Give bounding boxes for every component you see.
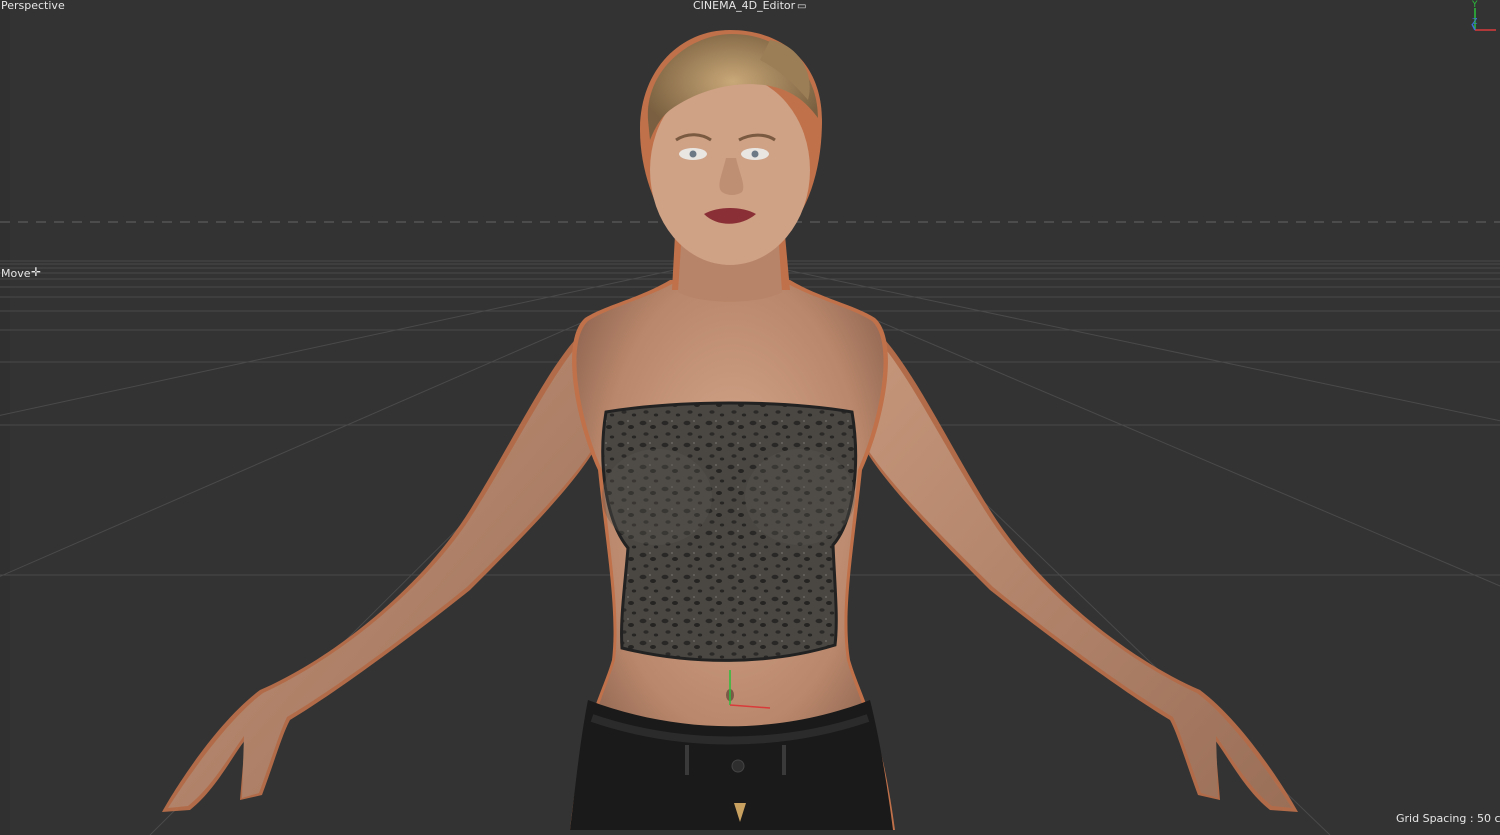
- grid-spacing-label: Grid Spacing : 50 cm: [1396, 812, 1500, 825]
- view-name-label[interactable]: Perspective: [1, 0, 65, 12]
- camera-icon[interactable]: ▭: [797, 1, 806, 13]
- character-model: [162, 30, 1298, 830]
- world-axis-gizmo: Y Z: [1471, 0, 1496, 31]
- gizmo-y-label: Y: [1471, 0, 1478, 10]
- right-arm: [858, 322, 1292, 808]
- viewport-scene[interactable]: Y Z: [0, 0, 1500, 835]
- active-tool-label: Move: [1, 267, 31, 280]
- 3d-viewport[interactable]: Y Z Perspective CINEMA_4D_Editor ▭ Move …: [0, 0, 1500, 835]
- move-icon: ✛: [31, 265, 42, 279]
- left-arm: [168, 322, 602, 808]
- pants-button: [731, 759, 745, 773]
- camera-name-label[interactable]: CINEMA_4D_Editor: [693, 0, 795, 12]
- gizmo-z-label: Z: [1472, 17, 1478, 26]
